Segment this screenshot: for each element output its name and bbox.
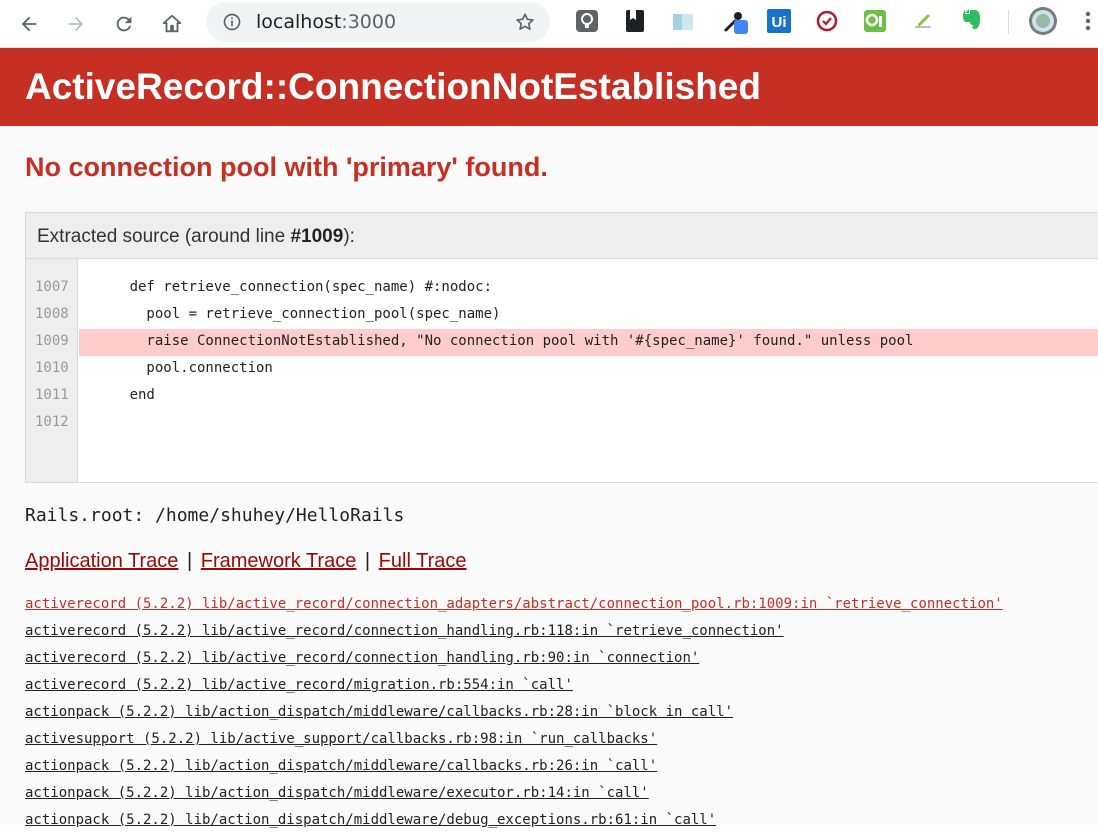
svg-text:Ui: Ui bbox=[772, 14, 787, 31]
trace-tabs: Application Trace | Framework Trace | Fu… bbox=[25, 550, 466, 573]
source-code-block: 1007 def retrieve_connection(spec_name) … bbox=[26, 259, 1098, 482]
source-line-highlighted: 1009 raise ConnectionNotEstablished, "No… bbox=[26, 329, 1098, 356]
forward-button[interactable] bbox=[58, 6, 94, 42]
arrow-right-icon bbox=[68, 16, 84, 32]
line-number: 1011 bbox=[35, 387, 69, 403]
source-code-text: def retrieve_connection(spec_name) #:nod… bbox=[79, 279, 493, 295]
line-number: 1008 bbox=[35, 306, 69, 322]
error-page-body: No connection pool with 'primary' found.… bbox=[0, 126, 1098, 828]
source-line: 1012 bbox=[26, 410, 1098, 437]
browser-toolbar: localhost:3000 Ui bbox=[0, 0, 1098, 48]
kebab-menu-icon bbox=[1085, 11, 1091, 31]
home-button[interactable] bbox=[154, 6, 190, 42]
trace-list: activerecord (5.2.2) lib/active_record/c… bbox=[25, 596, 1098, 839]
source-line: 1007 def retrieve_connection(spec_name) … bbox=[26, 275, 1098, 302]
exception-message: No connection pool with 'primary' found. bbox=[25, 152, 548, 182]
extension-clock[interactable] bbox=[814, 8, 840, 34]
extension-ui[interactable]: Ui bbox=[766, 8, 792, 34]
extracted-source-panel: Extracted source (around line #1009): 10… bbox=[25, 212, 1098, 483]
trace-frame[interactable]: activerecord (5.2.2) lib/active_record/m… bbox=[25, 677, 1098, 704]
qi-icon bbox=[864, 10, 886, 32]
tab-separator: | bbox=[186, 550, 193, 572]
tab-separator: | bbox=[364, 550, 371, 572]
profile-avatar[interactable] bbox=[1028, 6, 1058, 36]
avatar-icon bbox=[1029, 7, 1057, 35]
line-number: 1007 bbox=[35, 279, 69, 295]
extension-pen[interactable] bbox=[910, 8, 936, 34]
trace-frame[interactable]: activesupport (5.2.2) lib/active_support… bbox=[25, 731, 1098, 758]
evernote-icon bbox=[963, 9, 980, 29]
trace-frame[interactable]: actionpack (5.2.2) lib/action_dispatch/m… bbox=[25, 758, 1098, 785]
reload-button[interactable] bbox=[106, 6, 142, 42]
arrow-left-icon bbox=[21, 16, 37, 32]
trace-frame[interactable]: actionpack (5.2.2) lib/action_dispatch/m… bbox=[25, 704, 1098, 731]
eyedropper-icon bbox=[724, 12, 748, 34]
info-icon[interactable] bbox=[222, 12, 242, 32]
extension-evernote[interactable] bbox=[958, 8, 984, 34]
source-code-text: raise ConnectionNotEstablished, "No conn… bbox=[79, 329, 1098, 356]
trace-frame[interactable]: activerecord (5.2.2) lib/active_record/c… bbox=[25, 650, 1098, 677]
error-header: ActiveRecord::ConnectionNotEstablished bbox=[0, 48, 1098, 126]
line-number: 1012 bbox=[35, 414, 69, 430]
tab-application-trace[interactable]: Application Trace bbox=[25, 550, 178, 572]
extracted-source-label: Extracted source (around line #1009): bbox=[26, 213, 1098, 259]
browser-menu-button[interactable] bbox=[1078, 8, 1098, 34]
url-text: localhost:3000 bbox=[256, 11, 397, 33]
extension-lightbulb[interactable] bbox=[574, 8, 600, 34]
extension-bookmark[interactable] bbox=[622, 8, 648, 34]
trace-frame[interactable]: activerecord (5.2.2) lib/active_record/c… bbox=[25, 623, 1098, 650]
clock-icon bbox=[816, 10, 838, 32]
extension-green[interactable] bbox=[862, 8, 888, 34]
trace-frame[interactable]: actionpack (5.2.2) lib/action_dispatch/m… bbox=[25, 812, 1098, 839]
tab-framework-trace[interactable]: Framework Trace bbox=[201, 550, 357, 572]
extension-reader[interactable] bbox=[670, 8, 696, 34]
trace-frame-selected[interactable]: activerecord (5.2.2) lib/active_record/c… bbox=[25, 596, 1098, 623]
ui-icon: Ui bbox=[767, 9, 791, 33]
source-code-text bbox=[79, 410, 1098, 437]
tab-full-trace[interactable]: Full Trace bbox=[379, 550, 467, 572]
trace-frame[interactable]: actionpack (5.2.2) lib/action_dispatch/m… bbox=[25, 785, 1098, 812]
source-line: 1011 end bbox=[26, 383, 1098, 410]
extension-eyedropper[interactable] bbox=[722, 8, 748, 34]
book-icon bbox=[626, 10, 644, 32]
address-bar[interactable]: localhost:3000 bbox=[206, 2, 550, 42]
toolbar-separator bbox=[1008, 10, 1009, 34]
home-icon bbox=[162, 14, 182, 33]
source-line: 1008 pool = retrieve_connection_pool(spe… bbox=[26, 302, 1098, 329]
rails-root-path: Rails.root: /home/shuhey/HelloRails bbox=[25, 505, 405, 526]
source-line: 1010 pool.connection bbox=[26, 356, 1098, 383]
line-number: 1010 bbox=[35, 360, 69, 376]
source-code-text: pool.connection bbox=[79, 360, 273, 376]
exception-title: ActiveRecord::ConnectionNotEstablished bbox=[25, 66, 761, 107]
source-code-text: pool = retrieve_connection_pool(spec_nam… bbox=[79, 306, 501, 322]
pen-icon bbox=[915, 14, 931, 28]
back-button[interactable] bbox=[11, 6, 47, 42]
reload-icon bbox=[116, 16, 132, 32]
bookmark-star-icon[interactable] bbox=[514, 11, 536, 33]
source-code-text: end bbox=[79, 387, 155, 403]
reader-icon bbox=[673, 14, 693, 30]
line-number: 1009 bbox=[35, 333, 69, 349]
lightbulb-icon bbox=[576, 10, 598, 32]
